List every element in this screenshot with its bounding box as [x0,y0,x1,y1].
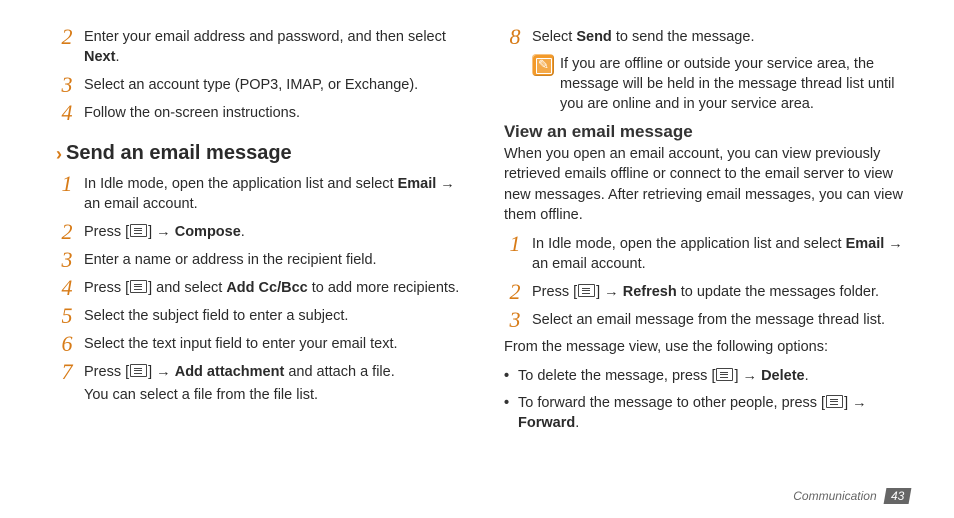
step-text: Press [ [84,364,129,380]
send-step-1: 1 In Idle mode, open the application list… [56,171,462,219]
step-text: Press [ [84,280,129,296]
send-step-7-note: You can select a file from the file list… [56,385,462,405]
menu-icon [578,284,595,297]
step-number: 7 [56,357,78,387]
step-text: In Idle mode, open the application list … [84,176,398,192]
option-mid: ] → [734,368,761,384]
step-number: 2 [504,277,526,307]
option-delete: To delete the message, press [ ] → Delete… [504,363,910,390]
step-number: 4 [56,273,78,303]
step-bold: Add attachment [175,364,285,380]
section-heading-send: ›Send an email message [56,142,462,165]
send-step-7: 7 Press [ ] → Add attachment and attach a … [56,359,462,387]
menu-icon [130,224,147,237]
option-text: To delete the message, press [ [518,368,715,384]
step-number: 2 [56,22,78,52]
step-post: to update the messages folder. [677,284,879,300]
step-number: 3 [56,245,78,275]
step-number: 1 [504,229,526,259]
options-list: To delete the message, press [ ] → Delete… [504,363,910,437]
step-post: . [241,224,245,240]
step-text: Select an account type (POP3, IMAP, or E… [84,77,418,93]
step-text: Select the subject field to enter a subj… [84,308,348,324]
option-post: . [805,368,809,384]
step-text: In Idle mode, open the application list … [532,236,846,252]
step-bold: Email [846,236,885,252]
page-number: 43 [891,489,904,503]
setup-steps: 2 Enter your email address and password, … [56,24,462,128]
view-steps: 1 In Idle mode, open the application list… [504,231,910,335]
view-step-2: 2 Press [ ] → Refresh to update the messag… [504,279,910,307]
step-bold: Compose [175,224,241,240]
right-column: 8 Select Send to send the message. If you… [504,24,910,494]
menu-icon [130,364,147,377]
chevron-right-icon: › [56,144,62,164]
send-step-4: 4 Press [ ] and select Add Cc/Bcc to add m… [56,275,462,303]
send-step-5: 5 Select the subject field to enter a sub… [56,303,462,331]
send-step-3: 3 Enter a name or address in the recipien… [56,247,462,275]
step-number: 1 [56,169,78,199]
setup-step-2: 2 Enter your email address and password, … [56,24,462,72]
view-step-1: 1 In Idle mode, open the application list… [504,231,910,279]
note-icon [532,54,554,76]
step-text: Press [ [532,284,577,300]
send-steps-cont: 8 Select Send to send the message. [504,24,910,52]
step-bold: Next [84,49,115,65]
step-number: 3 [504,305,526,335]
subsection-heading-view: View an email message [504,122,910,142]
step-bold: Send [576,29,611,45]
page-footer: Communication 43 [793,488,910,504]
step-post: to send the message. [612,29,755,45]
option-bold: Delete [761,368,805,384]
step-text: Enter a name or address in the recipient… [84,252,377,268]
option-mid: ] → [844,395,867,411]
step-number: 5 [56,301,78,331]
step-post: . [115,49,119,65]
option-post: . [575,415,579,431]
offline-note: If you are offline or outside your servi… [504,52,910,120]
step-mid: ] → [148,224,175,240]
step-mid: ] → [596,284,623,300]
step-number: 6 [56,329,78,359]
step-number: 3 [56,70,78,100]
left-column: 2 Enter your email address and password, … [56,24,462,494]
menu-icon [130,280,147,293]
option-forward: To forward the message to other people, … [504,390,910,437]
menu-icon [716,368,733,381]
step-text: Select the text input field to enter you… [84,336,398,352]
step-text: Enter your email address and password, a… [84,29,446,45]
view-step-3: 3 Select an email message from the messag… [504,307,910,335]
step-post: to add more recipients. [308,280,460,296]
step-number: 4 [56,98,78,128]
footer-section: Communication [793,489,876,503]
options-lead: From the message view, use the following… [504,337,910,357]
view-intro: When you open an email account, you can … [504,144,910,225]
send-step-8: 8 Select Send to send the message. [504,24,910,52]
step-text: Select an email message from the message… [532,312,885,328]
option-text: To forward the message to other people, … [518,395,825,411]
send-steps: 1 In Idle mode, open the application list… [56,171,462,387]
option-bold: Forward [518,415,575,431]
step-number: 2 [56,217,78,247]
send-step-6: 6 Select the text input field to enter yo… [56,331,462,359]
step-mid: ] and select [148,280,226,296]
section-title: Send an email message [66,142,292,164]
step-bold: Email [398,176,437,192]
step-bold: Refresh [623,284,677,300]
step-text: Press [ [84,224,129,240]
step-bold: Add Cc/Bcc [226,280,307,296]
step-number: 8 [504,22,526,52]
step-mid: ] → [148,364,175,380]
note-text: If you are offline or outside your servi… [560,54,910,114]
step-post: and attach a file. [284,364,394,380]
send-step-2: 2 Press [ ] → Compose. [56,219,462,247]
step-text: Follow the on-screen instructions. [84,105,300,121]
setup-step-4: 4 Follow the on-screen instructions. [56,100,462,128]
menu-icon [826,395,843,408]
setup-step-3: 3 Select an account type (POP3, IMAP, or … [56,72,462,100]
step-text: Select [532,29,576,45]
page-number-box: 43 [883,488,911,504]
